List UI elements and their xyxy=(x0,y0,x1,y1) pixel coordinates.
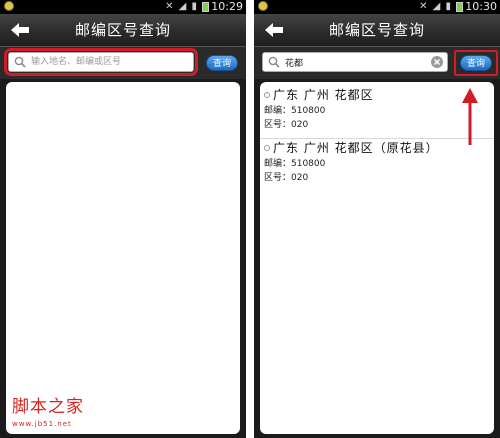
result-zip: 邮编：510800 xyxy=(264,159,326,169)
signal-icon: ✕ ◢ ▮ xyxy=(165,1,198,12)
bullet-icon xyxy=(264,145,270,151)
status-time: 10:29 xyxy=(211,0,243,13)
search-row: 查询 xyxy=(0,47,246,79)
result-name: 广东 广州 花都区 xyxy=(273,88,374,102)
result-area-code: 区号：020 xyxy=(264,173,309,183)
app-notification-icon xyxy=(258,1,268,11)
query-button[interactable]: 查询 xyxy=(206,55,238,71)
search-icon xyxy=(14,56,26,68)
status-time: 10:30 xyxy=(465,0,497,13)
watermark-title: 脚本之家 xyxy=(12,397,84,417)
search-input[interactable] xyxy=(31,53,171,71)
search-box[interactable] xyxy=(4,48,198,76)
signal-icon: ✕ ◢ ▮ xyxy=(419,1,452,12)
search-box[interactable] xyxy=(262,52,448,72)
phone-screen-left: ✕ ◢ ▮ 10:29 邮编区号查询 查询 xyxy=(0,0,246,438)
page-title: 邮编区号查询 xyxy=(328,21,425,39)
annotation-arrow-icon xyxy=(462,88,478,145)
battery-icon xyxy=(456,2,463,12)
title-bar: 邮编区号查询 xyxy=(254,14,500,47)
search-input[interactable] xyxy=(285,53,425,71)
phone-screen-right: ✕ ◢ ▮ 10:30 邮编区号查询 查询 广东 广州 花都区 xyxy=(254,0,500,438)
title-bar: 邮编区号查询 xyxy=(0,14,246,47)
app-notification-icon xyxy=(4,1,14,11)
status-bar: ✕ ◢ ▮ 10:30 xyxy=(254,0,500,14)
result-zip: 邮编：510800 xyxy=(264,106,326,116)
page-title: 邮编区号查询 xyxy=(74,21,171,39)
search-icon xyxy=(268,56,280,68)
watermark: 脚本之家 www.jb51.net xyxy=(12,396,132,432)
clear-icon[interactable] xyxy=(430,55,444,69)
status-bar: ✕ ◢ ▮ 10:29 xyxy=(0,0,246,14)
result-name: 广东 广州 花都区（原花县） xyxy=(273,141,439,155)
bullet-icon xyxy=(264,92,270,98)
result-area-code: 区号：020 xyxy=(264,120,309,130)
search-row: 查询 xyxy=(254,47,500,79)
results-panel xyxy=(6,82,240,434)
watermark-url: www.jb51.net xyxy=(12,420,72,428)
query-button[interactable]: 查询 xyxy=(460,55,492,71)
battery-icon xyxy=(202,2,209,12)
